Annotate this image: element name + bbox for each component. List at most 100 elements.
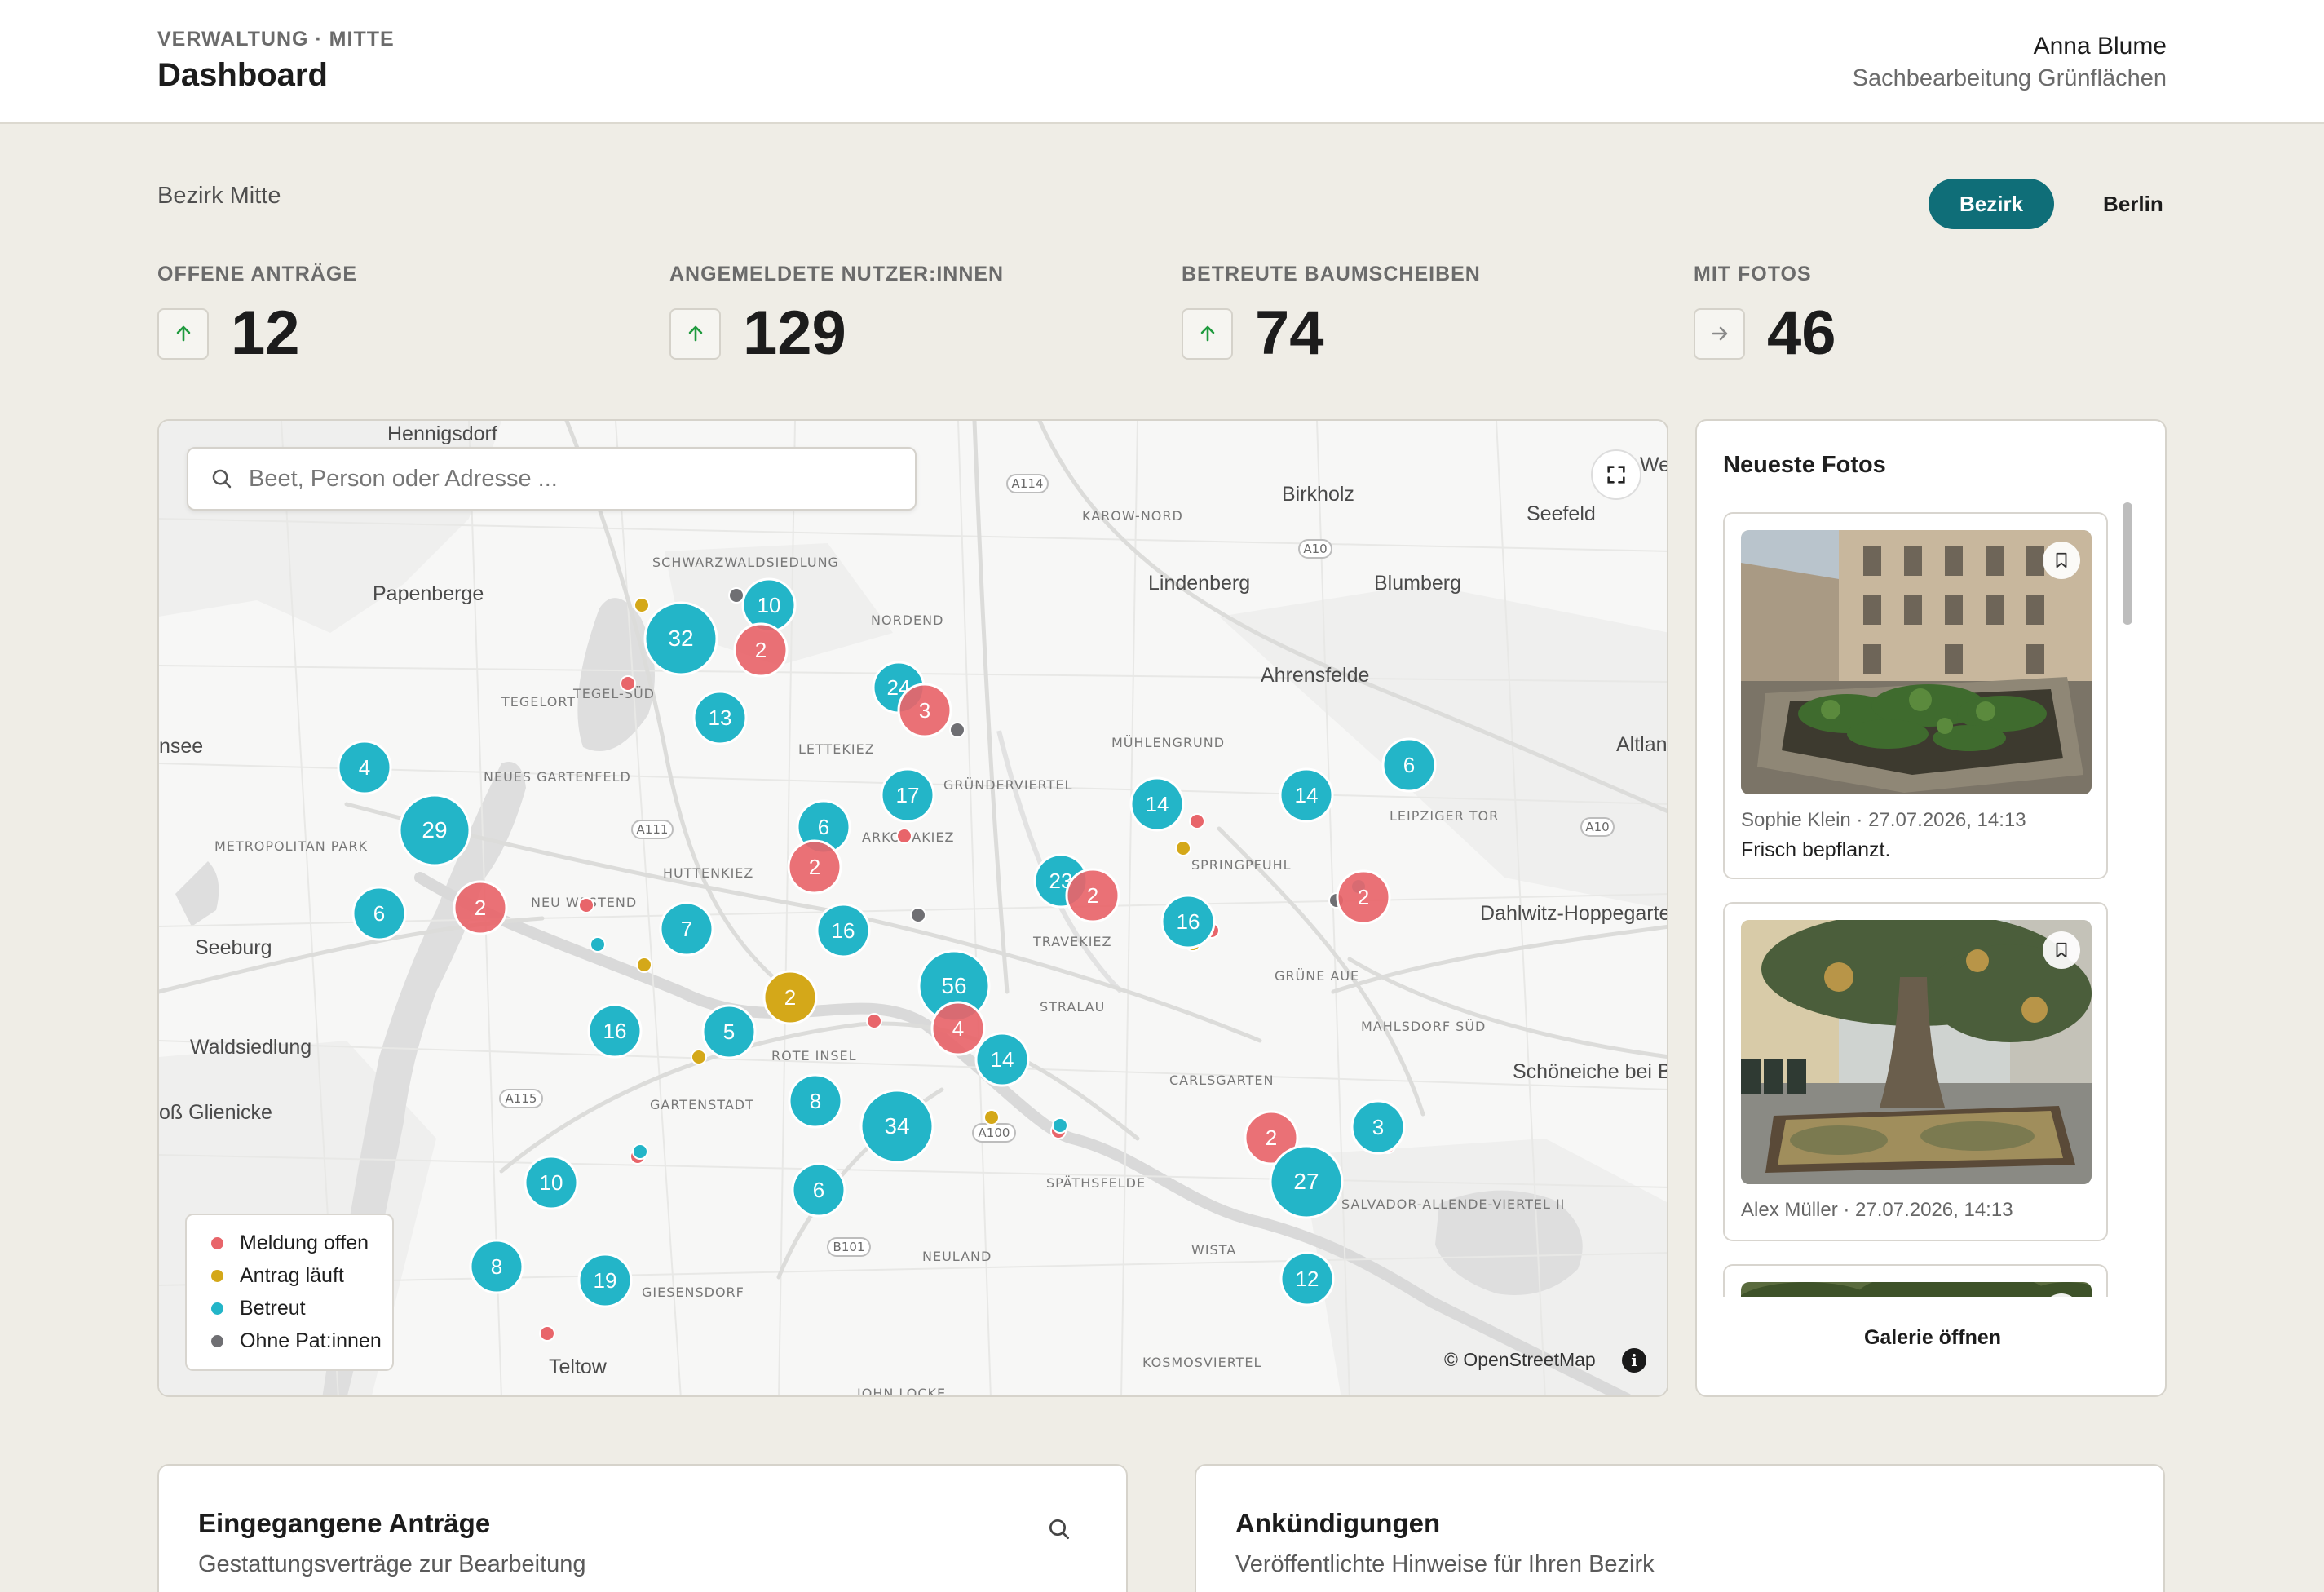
map-cluster-marker[interactable]: 12	[1279, 1251, 1335, 1307]
map-cluster-marker[interactable]: 17	[880, 767, 935, 823]
map-cluster-marker[interactable]: 2	[453, 880, 508, 935]
open-gallery-button[interactable]: Galerie öffnen	[1697, 1326, 2165, 1350]
place-label: Neuland	[922, 1249, 992, 1264]
user-name[interactable]: Anna Blume	[2034, 33, 2167, 60]
map-cluster-marker[interactable]: 6	[1381, 737, 1437, 793]
map-point-marker[interactable]	[896, 828, 912, 844]
map-point-marker[interactable]	[1052, 1117, 1068, 1134]
photo-meta: Sophie Klein · 27.07.2026, 14:13	[1741, 809, 2026, 831]
map-cluster-marker[interactable]: 16	[1160, 894, 1216, 949]
map-cluster-marker[interactable]: 3	[897, 683, 952, 738]
cluster-count: 10	[540, 1170, 563, 1195]
cluster-count: 14	[1146, 792, 1169, 816]
photo-card[interactable]: Alex Müller · 27.07.2026, 14:13	[1723, 902, 2108, 1241]
map-point-marker[interactable]	[1175, 840, 1191, 856]
map-cluster-marker[interactable]: 7	[659, 901, 714, 957]
map-point-marker[interactable]	[578, 897, 594, 913]
map-point-marker[interactable]	[910, 907, 926, 923]
bookmark-icon[interactable]	[2043, 931, 2080, 969]
map-cluster-marker[interactable]: 27	[1269, 1144, 1344, 1219]
map-cluster-marker[interactable]: 2	[1336, 869, 1391, 925]
scope-berlin-button[interactable]: Berlin	[2072, 179, 2194, 229]
panel-title: Ankündigungen	[1235, 1508, 1441, 1538]
map-cluster-marker[interactable]: 6	[791, 1162, 846, 1218]
map-point-marker[interactable]	[590, 936, 606, 953]
place-label: Tegel-Süd	[572, 686, 655, 701]
map-cluster-marker[interactable]: 8	[788, 1073, 843, 1129]
kpi-value: 46	[1767, 298, 1836, 368]
legend-item-ohne: Ohne Pat:innen	[211, 1324, 392, 1357]
place-label: oß Glienicke	[159, 1101, 272, 1124]
map-attribution[interactable]: © OpenStreetMap	[1444, 1349, 1596, 1371]
map-cluster-marker[interactable]: 16	[587, 1003, 643, 1059]
legend-label: Ohne Pat:innen	[240, 1329, 382, 1352]
kpi-value: 12	[231, 298, 300, 368]
map-cluster-marker[interactable]: 29	[398, 794, 471, 867]
map-cluster-marker[interactable]: 13	[692, 690, 748, 745]
map-search-input[interactable]	[249, 465, 885, 493]
place-label: Giesensdorf	[642, 1285, 744, 1300]
map-cluster-marker[interactable]: 14	[1279, 767, 1334, 823]
map-cluster-marker[interactable]: 2	[762, 970, 818, 1025]
place-label: Mahlsdorf Süd	[1361, 1019, 1486, 1034]
map-cluster-marker[interactable]: 3	[1350, 1099, 1406, 1155]
map-point-marker[interactable]	[620, 675, 636, 692]
map-cluster-marker[interactable]: 2	[1065, 868, 1120, 923]
cluster-count: 13	[709, 705, 732, 730]
legend-dot	[211, 1236, 223, 1249]
legend-item-meldung: Meldung offen	[211, 1227, 392, 1259]
map-cluster-marker[interactable]: 19	[577, 1253, 633, 1308]
map-cluster-marker[interactable]: 10	[741, 577, 797, 633]
place-label: Rote Insel	[771, 1048, 857, 1064]
bookmark-icon[interactable]	[2043, 542, 2080, 579]
cluster-count: 16	[1177, 909, 1200, 934]
place-label: Gartenstadt	[650, 1097, 754, 1112]
place-label: Papenberge	[373, 582, 484, 605]
place-label: Kosmosviertel	[1142, 1355, 1261, 1370]
info-icon[interactable]: i	[1622, 1348, 1646, 1373]
map-cluster-marker[interactable]: 4	[337, 740, 392, 795]
fullscreen-button[interactable]	[1591, 449, 1641, 500]
arrow-right-icon	[1694, 307, 1745, 360]
map-point-marker[interactable]	[691, 1049, 707, 1065]
photo-thumbnail[interactable]	[1741, 530, 2092, 794]
photo-thumbnail[interactable]	[1741, 920, 2092, 1184]
map-search	[187, 447, 917, 511]
map-point-marker[interactable]	[632, 1143, 648, 1160]
photo-thumbnail[interactable]	[1741, 1282, 2092, 1297]
photo-list[interactable]: Sophie Klein · 27.07.2026, 14:13 Frisch …	[1697, 501, 2165, 1297]
map-cluster-marker[interactable]: 2	[733, 622, 789, 678]
map-cluster-marker[interactable]: 5	[701, 1004, 757, 1059]
cluster-count: 2	[1358, 885, 1369, 909]
map-point-marker[interactable]	[636, 957, 652, 973]
map-cluster-marker[interactable]: 6	[351, 886, 407, 941]
map-cluster-marker[interactable]: 10	[524, 1155, 579, 1210]
map-cluster-marker[interactable]: 14	[1129, 776, 1185, 832]
map-point-marker[interactable]	[983, 1109, 1000, 1125]
map-point-marker[interactable]	[634, 597, 650, 613]
map-cluster-marker[interactable]: 8	[469, 1239, 524, 1294]
search-icon[interactable]	[1046, 1516, 1072, 1546]
place-label: Schöneiche bei Be	[1513, 1060, 1668, 1083]
legend-label: Antrag läuft	[240, 1263, 344, 1287]
map-point-marker[interactable]	[866, 1013, 882, 1029]
map-cluster-marker[interactable]: 2	[787, 839, 842, 895]
map-card[interactable]: A114 A10 A111 A10 A115 A100 B101 Hennigs…	[157, 419, 1668, 1397]
map-point-marker[interactable]	[728, 587, 744, 604]
cluster-count: 17	[896, 783, 920, 807]
map-cluster-marker[interactable]: 4	[930, 1001, 986, 1056]
place-label: Mühlengrund	[1111, 735, 1225, 750]
photo-card[interactable]	[1723, 1264, 2108, 1297]
photo-card[interactable]: Sophie Klein · 27.07.2026, 14:13 Frisch …	[1723, 512, 2108, 879]
map-cluster-marker[interactable]: 34	[859, 1089, 934, 1164]
map-cluster-marker[interactable]: 14	[974, 1032, 1030, 1087]
map-cluster-marker[interactable]: 32	[643, 601, 718, 676]
cluster-count: 32	[668, 626, 693, 651]
kpi-label: ANGEMELDETE NUTZER:INNEN	[669, 263, 1005, 285]
road-label: A10	[1303, 542, 1327, 556]
scope-bezirk-button[interactable]: Bezirk	[1929, 179, 2055, 229]
map-point-marker[interactable]	[949, 722, 965, 738]
map-point-marker[interactable]	[1189, 813, 1205, 829]
map-cluster-marker[interactable]: 16	[815, 903, 871, 958]
map-point-marker[interactable]	[539, 1325, 555, 1342]
